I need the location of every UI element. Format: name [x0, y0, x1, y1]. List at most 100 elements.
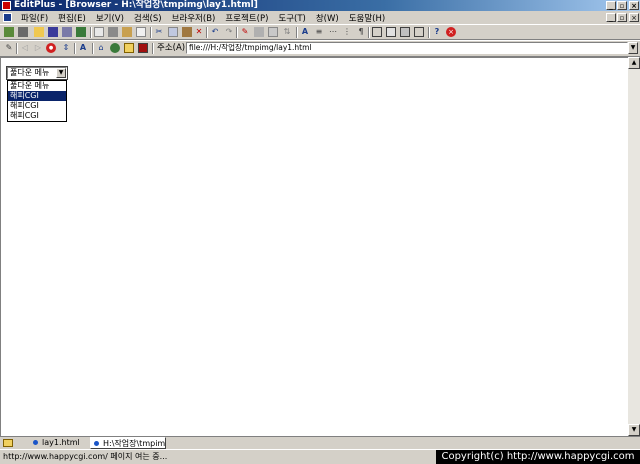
toolbar-separator [150, 27, 152, 38]
output-window-icon[interactable] [414, 27, 424, 37]
stop-icon[interactable]: × [446, 27, 456, 37]
chevron-down-icon[interactable]: ▼ [56, 68, 66, 78]
word-wrap-icon[interactable]: ≡ [314, 27, 324, 37]
pen-icon[interactable]: ✎ [4, 43, 14, 53]
toolbar-separator [92, 43, 94, 54]
toolbar-separator [90, 27, 92, 38]
find-icon[interactable]: ✎ [240, 27, 250, 37]
editplus-app-icon[interactable] [2, 1, 11, 10]
doc-minimize-button[interactable]: _ [606, 13, 616, 22]
address-label: 주소(A) [157, 43, 186, 53]
bookmark-icon[interactable] [138, 43, 148, 53]
save-all-icon[interactable] [62, 27, 72, 37]
ruler-icon[interactable]: ⋯ [328, 27, 338, 37]
whitespace-icon[interactable]: ¶ [356, 27, 366, 37]
vertical-scrollbar[interactable]: ▲ ▼ [628, 57, 640, 436]
pulldown-select[interactable]: 풀다운 메뉴 ▼ [6, 66, 68, 80]
goto-icon[interactable]: ⇅ [282, 27, 292, 37]
home-icon[interactable]: ⌂ [96, 43, 106, 53]
menu-edit[interactable]: 편집(E) [53, 12, 91, 24]
stop-loading-icon[interactable]: ● [46, 43, 56, 53]
document-tab-icon [94, 441, 99, 446]
menu-bar: 파일(F) 편집(E) 보기(V) 검색(S) 브라우저(B) 프로젝트(P) … [0, 11, 640, 24]
folder-icon[interactable] [3, 439, 13, 447]
toolbar-separator [152, 43, 154, 54]
menu-search[interactable]: 검색(S) [129, 12, 167, 24]
print-preview-icon[interactable] [94, 27, 104, 37]
menu-view[interactable]: 보기(V) [91, 12, 129, 24]
undo-icon[interactable]: ↶ [210, 27, 220, 37]
text-size-icon[interactable]: A [78, 43, 88, 53]
replace-icon[interactable] [254, 27, 264, 37]
delete-icon[interactable]: ✕ [194, 27, 204, 37]
title-bar[interactable]: EditPlus - [Browser - H:\작업장\tmpimg\lay1… [0, 0, 640, 11]
tab-browser[interactable]: H:\작업장\tmpimg [90, 437, 166, 449]
find-in-files-icon[interactable] [268, 27, 278, 37]
minimize-button[interactable]: _ [606, 1, 616, 10]
menu-help[interactable]: 도움말(H) [344, 12, 390, 24]
paste-icon[interactable] [182, 27, 192, 37]
menu-window[interactable]: 창(W) [311, 12, 344, 24]
address-dropdown-icon[interactable]: ▼ [628, 42, 638, 54]
select-option[interactable]: 해피CGI [8, 111, 66, 121]
document-icon[interactable] [3, 13, 12, 22]
toolbar-separator [296, 27, 298, 38]
new-file-icon[interactable] [4, 27, 14, 37]
toolbar-separator [206, 27, 208, 38]
cut-icon[interactable]: ✂ [154, 27, 164, 37]
menu-tools[interactable]: 도구(T) [273, 12, 310, 24]
browser-toolbar: ✎ ◁ ▷ ● ⇕ A ⌂ 주소(A) file:///H:/작업장/tmpim… [0, 40, 640, 57]
document-tab-bar: lay1.html H:\작업장\tmpimg [0, 436, 640, 449]
refresh-icon[interactable]: ⇕ [61, 43, 71, 53]
redo-icon[interactable]: ↷ [224, 27, 234, 37]
line-number-icon[interactable]: ⋮ [342, 27, 352, 37]
toolbar-separator [16, 43, 18, 54]
back-icon[interactable]: ◁ [20, 43, 30, 53]
document-tab-icon [33, 440, 38, 445]
globe-icon[interactable] [110, 43, 120, 53]
new-browser-icon[interactable] [18, 27, 28, 37]
copyright-watermark: Copyright(c) http://www.happycgi.com [436, 450, 640, 464]
browser-content[interactable]: 풀다운 메뉴 ▼ 풀다운 메뉴 해피CGI 해피CGI 해피CGI [0, 57, 628, 436]
toolbar-separator [74, 43, 76, 54]
select-option[interactable]: 해피CGI [8, 101, 66, 111]
select-option-selected[interactable]: 해피CGI [8, 91, 66, 101]
toolbar-separator [368, 27, 370, 38]
main-toolbar: ✂ ✕ ↶ ↷ ✎ ⇅ A ≡ ⋯ ⋮ ¶ ? × [0, 24, 640, 40]
menu-file[interactable]: 파일(F) [16, 12, 53, 24]
status-bar: http://www.happycgi.com/ 페이지 여는 중... Cop… [0, 449, 640, 464]
document-icon-2[interactable] [136, 27, 146, 37]
maximize-button[interactable]: ▫ [617, 1, 627, 10]
menu-browser[interactable]: 브라우저(B) [167, 12, 221, 24]
directory-icon[interactable] [400, 27, 410, 37]
tab-label: H:\작업장\tmpimg [103, 439, 166, 448]
pulldown-options: 풀다운 메뉴 해피CGI 해피CGI 해피CGI [7, 80, 67, 122]
spell-check-icon[interactable] [122, 27, 132, 37]
select-option[interactable]: 풀다운 메뉴 [8, 81, 66, 91]
status-text: http://www.happycgi.com/ 페이지 여는 중... [3, 452, 168, 461]
toolbar-separator [428, 27, 430, 38]
close-button[interactable]: × [629, 1, 639, 10]
address-input[interactable]: file:///H:/작업장/tmpimg/lay1.html [186, 42, 628, 54]
tab-label: lay1.html [42, 438, 80, 447]
doc-close-button[interactable]: × [629, 13, 639, 22]
help-icon[interactable]: ? [432, 27, 442, 37]
tab-lay1-html[interactable]: lay1.html [30, 437, 86, 449]
forward-icon[interactable]: ▷ [33, 43, 43, 53]
scroll-up-icon[interactable]: ▲ [628, 57, 640, 69]
ftp-icon[interactable] [76, 27, 86, 37]
menu-project[interactable]: 프로젝트(P) [220, 12, 273, 24]
cliptext-icon[interactable] [386, 27, 396, 37]
select-value: 풀다운 메뉴 [10, 68, 50, 77]
toolbar-separator [236, 27, 238, 38]
window-title: EditPlus - [Browser - H:\작업장\tmpimg\lay1… [14, 0, 258, 10]
favorites-icon[interactable] [124, 43, 134, 53]
print-icon[interactable] [108, 27, 118, 37]
doc-restore-button[interactable]: ▫ [617, 13, 627, 22]
open-folder-icon[interactable] [34, 27, 44, 37]
save-icon[interactable] [48, 27, 58, 37]
font-icon[interactable]: A [300, 27, 310, 37]
copy-icon[interactable] [168, 27, 178, 37]
scroll-down-icon[interactable]: ▼ [628, 424, 640, 436]
window-list-icon[interactable] [372, 27, 382, 37]
